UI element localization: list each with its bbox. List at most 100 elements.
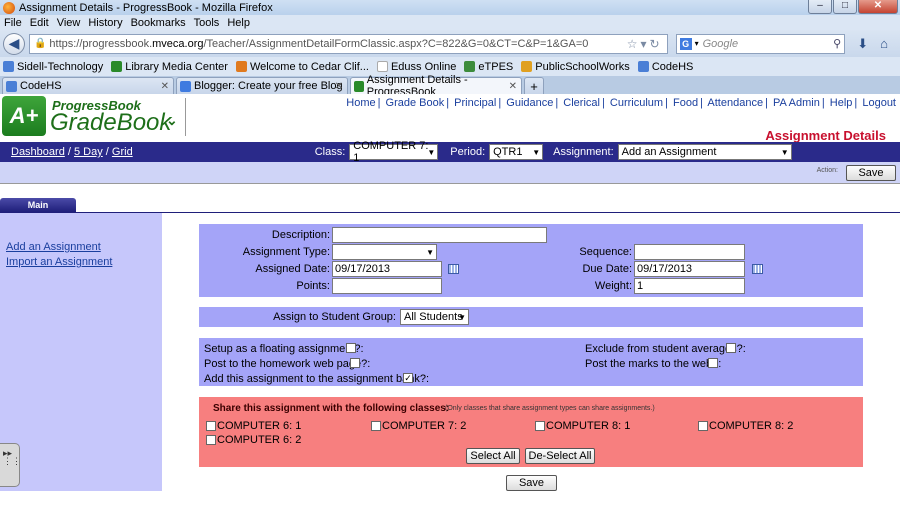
search-icon[interactable]: ⚲	[833, 37, 841, 50]
class-select[interactable]: COMPUTER 7: 1 ▼	[349, 140, 439, 164]
calendar-icon[interactable]	[752, 264, 763, 274]
page-title: Assignment Details	[765, 128, 886, 143]
floating-assignment-checkbox[interactable]	[346, 343, 356, 353]
breadcrumb-5-day[interactable]: 5 Day	[74, 146, 103, 158]
menu-edit[interactable]: Edit	[30, 17, 49, 29]
nav-link-help[interactable]: Help	[830, 97, 853, 109]
homework-page-checkbox[interactable]	[350, 358, 360, 368]
bookmark-favicon-icon	[235, 61, 247, 72]
add-assignment-link[interactable]: Add an Assignment	[6, 241, 101, 253]
menu-history[interactable]: History	[88, 17, 122, 29]
sequence-label: Sequence:	[579, 246, 632, 258]
import-assignment-link[interactable]: Import an Assignment	[6, 256, 112, 268]
tab-assignment-details[interactable]: Assignment Details - ProgressBook ✕	[350, 74, 522, 98]
tab-codehs[interactable]: CodeHS ✕	[2, 77, 174, 94]
bookmark-item[interactable]: CodeHS	[637, 61, 693, 73]
bookmark-item[interactable]: Library Media Center	[111, 61, 228, 73]
maximize-button[interactable]: □	[833, 0, 857, 14]
weight-input[interactable]: 1	[634, 278, 745, 294]
tab-favicon-icon	[180, 80, 191, 92]
brand-divider	[185, 98, 186, 136]
nav-link-attendance[interactable]: Attendance	[707, 97, 763, 109]
period-select[interactable]: QTR1 ▼	[489, 144, 544, 160]
tab-strip: CodeHS ✕ Blogger: Create your free Blog …	[0, 74, 900, 98]
share-title: Share this assignment with the following…	[213, 403, 450, 414]
new-tab-button[interactable]: +	[524, 77, 544, 94]
assignment-type-select[interactable]: ▼	[332, 244, 437, 260]
points-input[interactable]	[332, 278, 442, 294]
back-button[interactable]: ◀	[3, 32, 25, 55]
share-class-checkbox[interactable]	[698, 421, 708, 431]
url-text: https://progressbook.mveca.org/Teacher/A…	[49, 37, 589, 50]
menu-view[interactable]: View	[57, 17, 81, 29]
nav-link-guidance[interactable]: Guidance	[506, 97, 553, 109]
assignment-details-form: Description: Assignment Type: ▼ Sequence…	[199, 224, 863, 297]
menu-bookmarks[interactable]: Bookmarks	[131, 17, 186, 29]
share-class-label: COMPUTER 8: 2	[709, 420, 794, 432]
nav-link-logout[interactable]: Logout	[862, 97, 896, 109]
url-bar[interactable]: 🔒 https://progressbook.mveca.org/Teacher…	[28, 33, 668, 54]
tab-close-icon[interactable]: ✕	[335, 81, 343, 92]
sidebar-toggle-handle[interactable]: ▸▸ ⋮⋮	[0, 443, 21, 487]
share-class-checkbox[interactable]	[206, 435, 216, 445]
bookmark-item[interactable]: Sidell-Technology	[3, 61, 103, 73]
tab-close-icon[interactable]: ✕	[509, 81, 517, 92]
nav-link-pa-admin[interactable]: PA Admin	[773, 97, 820, 109]
assigned-date-input[interactable]: 09/17/2013	[332, 261, 442, 277]
calendar-icon[interactable]	[448, 264, 459, 274]
chevron-down-icon: ▼	[427, 147, 436, 157]
nav-link-clerical[interactable]: Clerical	[563, 97, 600, 109]
share-class-checkbox[interactable]	[535, 421, 545, 431]
share-class-checkbox[interactable]	[371, 421, 381, 431]
search-input[interactable]: G ▾ Google ⚲	[675, 33, 846, 54]
chevron-down-icon: ▼	[532, 147, 541, 157]
app-switcher-chevron-icon[interactable]: ⌄	[166, 112, 178, 129]
nav-link-home[interactable]: Home	[346, 97, 375, 109]
deselect-all-button[interactable]: De-Select All	[525, 448, 595, 464]
menu-tools[interactable]: Tools	[194, 17, 220, 29]
download-home-icons[interactable]: ⬇⌂	[857, 36, 900, 52]
menu-help[interactable]: Help	[227, 17, 250, 29]
breadcrumb-dashboard[interactable]: Dashboard	[11, 146, 65, 158]
close-window-button[interactable]: ✕	[858, 0, 898, 14]
bottom-save-button[interactable]: Save	[506, 475, 557, 491]
share-class-label: COMPUTER 8: 1	[546, 420, 631, 432]
bookmark-item[interactable]: PublicSchoolWorks	[521, 61, 630, 73]
due-date-label: Due Date:	[582, 263, 632, 275]
exclude-averages-checkbox[interactable]	[726, 343, 736, 353]
post-marks-checkbox[interactable]	[708, 358, 718, 368]
bookmark-item[interactable]: Welcome to Cedar Clif...	[235, 61, 369, 73]
bookmark-item[interactable]: eTPES	[464, 61, 513, 73]
assignment-bank-checkbox[interactable]: ✓	[403, 373, 413, 383]
menu-file[interactable]: File	[4, 17, 22, 29]
url-controls-icon[interactable]: ☆▾↻	[627, 37, 663, 51]
description-input[interactable]	[332, 227, 547, 243]
period-label: Period:	[450, 146, 486, 158]
nav-link-principal[interactable]: Principal	[454, 97, 496, 109]
assignment-select[interactable]: Add an Assignment ▼	[617, 144, 792, 160]
firefox-icon	[3, 1, 15, 14]
due-date-input[interactable]: 09/17/2013	[634, 261, 745, 277]
share-class-checkbox[interactable]	[206, 421, 216, 431]
search-engine-dropdown-icon[interactable]: ▾	[695, 39, 699, 48]
gradebook-logo: A+	[2, 96, 46, 136]
description-label: Description:	[271, 229, 330, 241]
action-label: Action:	[816, 167, 838, 174]
tab-close-icon[interactable]: ✕	[161, 81, 169, 92]
tab-main[interactable]: Main	[0, 198, 76, 212]
menu-bar: File Edit View History Bookmarks Tools H…	[0, 15, 900, 30]
nav-link-curriculum[interactable]: Curriculum	[610, 97, 663, 109]
bookmark-item[interactable]: Eduss Online	[376, 61, 456, 73]
tab-blogger[interactable]: Blogger: Create your free Blog ✕	[176, 77, 348, 94]
minimize-button[interactable]: –	[808, 0, 832, 14]
sequence-input[interactable]	[634, 244, 745, 260]
select-all-button[interactable]: Select All	[466, 448, 520, 464]
bookmark-favicon-icon	[376, 61, 388, 72]
student-group-select[interactable]: All Students ▼	[400, 309, 469, 325]
nav-link-grade-book[interactable]: Grade Book	[386, 97, 445, 109]
breadcrumb-grid[interactable]: Grid	[112, 146, 133, 158]
breadcrumb: Dashboard / 5 Day / Grid	[11, 146, 133, 158]
top-save-button[interactable]: Save	[846, 165, 896, 181]
nav-link-food[interactable]: Food	[673, 97, 698, 109]
lock-icon: 🔒	[33, 38, 47, 49]
